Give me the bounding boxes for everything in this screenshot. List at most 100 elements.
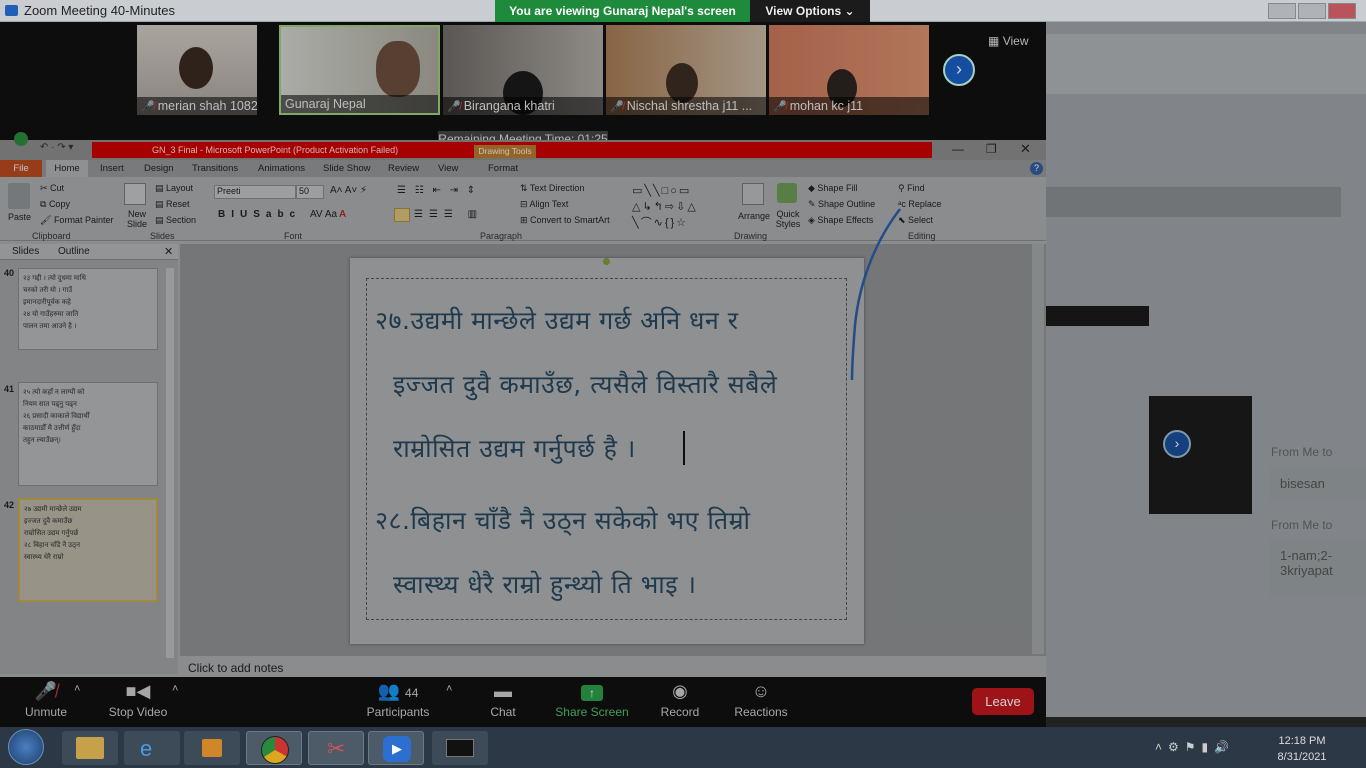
thumb-line: तहुन ल्याउँछन्। [23,437,61,444]
tab-insert[interactable]: Insert [100,160,124,177]
participants-button[interactable]: 👥 44 Participants [362,677,434,727]
close-icon[interactable]: ✕ [164,245,173,258]
layout-button[interactable]: ▤ Layout [155,183,193,194]
video-tile[interactable]: 🎤̸ Nischal shrestha j11 ... [606,25,766,115]
view-options-button[interactable]: View Options ⌄ [750,0,870,22]
slide-editor: २७.उद्यमी मान्छेले उद्यम गर्छ अनि धन र इ… [180,244,1046,656]
quick-styles-button[interactable]: Quick Styles [774,209,802,229]
tab-slides[interactable]: Slides [12,246,39,257]
slide-scrollbar[interactable] [1032,244,1044,654]
smartart-icon: ⊞ [520,215,531,225]
font-format-buttons[interactable]: BIUSabc [218,209,301,220]
participant-name: Nischal shrestha j11 ... [626,99,753,113]
view-button[interactable]: ▦ View [988,34,1028,48]
reactions-button[interactable]: ☺ Reactions [730,677,792,727]
maximize-button[interactable] [1298,3,1326,19]
smiley-icon: ☺ [751,681,771,701]
taskbar-zoom[interactable]: ▶ [368,731,424,765]
copy-button[interactable]: ⧉ Copy [40,199,70,210]
find-button[interactable]: ⚲ Find [898,183,925,194]
rotate-handle[interactable] [603,258,610,265]
taskbar-window[interactable] [432,731,488,765]
ppt-minimize-button[interactable]: — [952,142,964,156]
font-color-buttons[interactable]: AV Aa A [310,209,346,220]
align-left-button[interactable] [394,208,410,222]
video-tile[interactable]: 🎤̸ mohan kc j11 [769,25,929,115]
shield-check-icon [14,132,28,146]
align-buttons[interactable]: ☰☰☰ ▥ [414,209,483,220]
stop-video-button[interactable]: ■◀ Stop Video [104,677,172,727]
arrange-button[interactable]: Arrange [738,211,770,221]
unmute-button[interactable]: 🎤̸ Unmute [18,677,74,727]
video-tile[interactable]: 🎤̸merian shah 10822 j11 [137,25,257,115]
shapes-gallery[interactable]: ▭╲╲□○▭ △↳↰⇨⇩△ ╲⌒∿{}☆ [632,183,732,231]
chrome-icon [261,736,289,764]
tab-animations[interactable]: Animations [258,160,305,177]
muted-mic-icon: 🎤̸ [610,101,624,113]
media-player-icon [202,739,222,757]
thumbnails-scrollbar[interactable] [166,268,174,658]
record-button[interactable]: ◉ Record [656,677,704,727]
ppt-restore-button[interactable]: ❐ [986,142,997,156]
minimize-button[interactable] [1268,3,1296,19]
close-button[interactable] [1328,3,1356,19]
current-slide[interactable]: २७.उद्यमी मान्छेले उद्यम गर्छ अनि धन र इ… [350,258,864,644]
video-tile[interactable]: 🎤̸ Birangana khatri [443,25,603,115]
chevron-up-icon[interactable]: ˄ [172,683,178,695]
chat-icon: ▬ [494,681,512,701]
slide-text-box[interactable]: २७.उद्यमी मान्छेले उद्यम गर्छ अनि धन र इ… [366,278,847,620]
convert-smartart-button[interactable]: ⊞ Convert to SmartArt [520,215,610,226]
notes-pane[interactable]: Click to add notes [180,658,1046,677]
taskbar-clock[interactable]: 12:18 PM 8/31/2021 [1270,733,1334,765]
format-painter-button[interactable]: 🖌 Format Painter [40,215,113,226]
paste-button[interactable]: Paste [8,212,31,222]
taskbar-media[interactable] [184,731,240,765]
taskbar-explorer[interactable] [62,731,118,765]
ppt-title-bar: ↶ · ↷ ▾ GN_3 Final - Microsoft PowerPoin… [0,132,1046,160]
taskbar-snipping[interactable]: ✂ [308,731,364,765]
font-grow-shrink-buttons[interactable]: A˄ A˅ ⚡ [330,185,367,196]
tab-format[interactable]: Format [488,160,518,177]
tab-transitions[interactable]: Transitions [192,160,238,177]
brush-icon: 🖌 [40,215,54,225]
cut-button[interactable]: ✂ Cut [40,183,64,194]
next-page-button[interactable]: › [943,54,975,86]
tab-view[interactable]: View [438,160,458,177]
tab-home[interactable]: Home [46,160,88,177]
new-slide-button[interactable]: New Slide [124,209,150,229]
system-tray-icons[interactable]: ˄⚙⚑▮🔊 [1155,740,1235,754]
align-text-button[interactable]: ⊟ Align Text [520,199,568,210]
start-button[interactable] [8,729,44,765]
help-icon[interactable]: ? [1030,162,1043,175]
tab-outline[interactable]: Outline [58,246,90,257]
chevron-up-icon[interactable]: ˄ [446,683,452,695]
tab-file[interactable]: File [0,160,42,177]
quick-access-icons[interactable]: ↶ · ↷ ▾ [40,142,73,153]
font-size-select[interactable]: 50 [296,185,324,199]
leave-button[interactable]: Leave [972,688,1034,715]
taskbar-chrome[interactable] [246,731,302,765]
list-buttons[interactable]: ☰ ☷ ⇤ ⇥ ⇕ [397,185,478,196]
shape-fill-button[interactable]: ◆ Shape Fill [808,183,857,194]
chevron-up-icon[interactable]: ˄ [74,683,80,695]
ppt-close-button[interactable]: ✕ [1020,141,1031,157]
share-screen-button[interactable]: ↑ Share Screen [552,677,632,727]
tab-design[interactable]: Design [144,160,174,177]
tab-slide-show[interactable]: Slide Show [323,160,371,177]
font-name-select[interactable]: Preeti [214,185,296,199]
section-button[interactable]: ▤ Section [155,215,196,226]
slide-text-line: इज्जत दुवै कमाउँछ, त्यसैले विस्तारै सबैल… [393,370,778,399]
slide-thumbnail-42[interactable]: २७ उद्यमी मान्छेले उद्यम इज्जत दुवै कमाउ… [18,498,158,602]
reset-button[interactable]: ▤ Reset [155,199,190,210]
format-painter-label: Format Painter [53,215,114,225]
text-direction-button[interactable]: ⇅ Text Direction [520,183,584,194]
slide-thumbnail-41[interactable]: २५ त्यो कहाँ न लाग्यौं को नियम सात पढ्नु… [18,382,158,486]
slide-thumbnail-40[interactable]: २३ गद्दी । त्यो दुधमा माथि चरको तरी यो ।… [18,268,158,350]
paste-icon [8,183,30,209]
group-paragraph: Paragraph [480,231,523,241]
text-direction-icon: ⇅ [520,183,530,193]
video-tile-active-speaker[interactable]: Gunaraj Nepal [279,25,440,115]
taskbar-ie[interactable]: e [124,731,180,765]
chat-button[interactable]: ▬ Chat [480,677,526,727]
tab-review[interactable]: Review [388,160,419,177]
